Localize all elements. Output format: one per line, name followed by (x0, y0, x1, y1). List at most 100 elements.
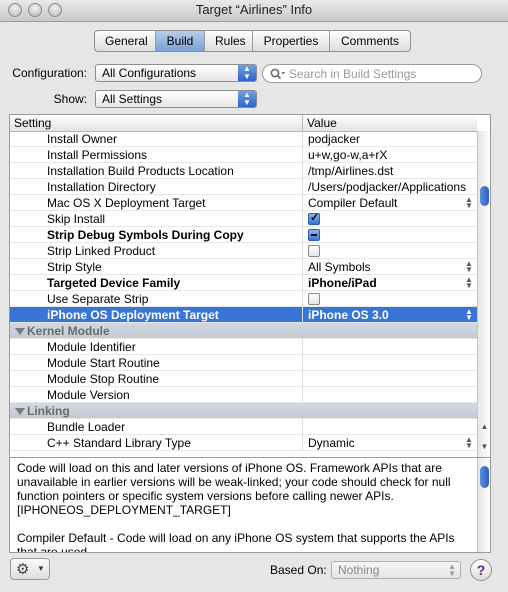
search-icon (270, 68, 285, 80)
setting-value[interactable]: /tmp/Airlines.dst (308, 164, 393, 178)
setting-name-text: Installation Directory (47, 180, 156, 194)
column-divider (302, 243, 303, 259)
tab-build[interactable]: Build (156, 31, 205, 51)
action-menu-button[interactable]: ⚙ ▼ (10, 558, 50, 580)
setting-name: Installation Build Products Location (47, 164, 234, 178)
table-row[interactable]: Strip Style All Symbols ▲ ▼ (10, 259, 477, 275)
disclosure-triangle-icon[interactable] (15, 408, 25, 416)
setting-name-text: Module Start Routine (47, 356, 160, 370)
title-bar: Target “Airlines” Info (0, 0, 508, 22)
table-scrollbar[interactable]: ▲ ▼ (477, 131, 490, 457)
column-divider (302, 307, 303, 323)
scroll-thumb[interactable] (480, 466, 489, 488)
gear-icon: ⚙ (16, 561, 30, 578)
based-on-popup[interactable]: Nothing ▲ ▼ (331, 561, 461, 579)
setting-name-text: Mac OS X Deployment Target (47, 196, 206, 210)
based-on-value: Nothing (338, 563, 380, 577)
tab-bar: General Build Rules Properties Comments (94, 30, 411, 52)
table-row[interactable]: Mac OS X Deployment Target Compiler Defau… (10, 195, 477, 211)
table-row[interactable]: Install Owner podjacker (10, 131, 477, 147)
popup-arrows-icon[interactable]: ▲ ▼ (465, 436, 473, 450)
popup-arrows-icon[interactable]: ▲ ▼ (465, 260, 473, 274)
table-row[interactable]: Module Stop Routine (10, 371, 477, 387)
setting-checkbox[interactable] (308, 293, 320, 305)
setting-name-text: Bundle Loader (47, 420, 126, 434)
table-row[interactable]: Bundle Loader (10, 419, 477, 435)
column-divider (302, 419, 303, 435)
table-row[interactable]: Module Identifier (10, 339, 477, 355)
scroll-thumb[interactable] (480, 186, 489, 206)
table-row[interactable]: Module Start Routine (10, 355, 477, 371)
setting-name: Kernel Module (15, 324, 110, 338)
setting-name-text: Install Owner (47, 132, 118, 146)
setting-checkbox[interactable] (308, 211, 320, 225)
popup-arrows-icon[interactable]: ▲ ▼ (465, 308, 473, 322)
table-row[interactable]: Skip Install (10, 211, 477, 227)
column-header-setting[interactable]: Setting (14, 116, 51, 130)
tab-properties[interactable]: Properties (253, 31, 330, 51)
setting-name: Strip Linked Product (47, 244, 155, 258)
tab-general[interactable]: General (95, 31, 156, 51)
table-group-header[interactable]: Kernel Module (10, 323, 477, 339)
table-row[interactable]: Strip Debug Symbols During Copy (10, 227, 477, 243)
setting-name-text: Strip Debug Symbols During Copy (47, 228, 244, 242)
configuration-label: Configuration: (12, 66, 87, 80)
table-row[interactable]: Module Version (10, 387, 477, 403)
scroll-up-arrow[interactable]: ▲ (478, 421, 490, 433)
setting-value[interactable]: Compiler Default (308, 196, 397, 210)
tab-comments[interactable]: Comments (330, 31, 410, 51)
popup-arrows-icon[interactable]: ▲ ▼ (465, 196, 473, 210)
setting-name: C++ Standard Library Type (47, 436, 191, 450)
table-group-header[interactable]: Linking (10, 403, 477, 419)
table-row[interactable]: iPhone OS Deployment Target iPhone OS 3.0… (10, 307, 477, 323)
search-field[interactable]: Search in Build Settings (262, 64, 482, 83)
description-scrollbar[interactable] (477, 458, 490, 552)
setting-value[interactable]: iPhone OS 3.0 (308, 308, 389, 322)
setting-value[interactable]: /Users/podjacker/Applications (308, 180, 466, 194)
setting-name: Targeted Device Family (47, 276, 180, 290)
table-header: Setting Value (10, 115, 477, 132)
setting-name: Mac OS X Deployment Target (47, 196, 206, 210)
column-divider (302, 275, 303, 291)
table-row[interactable]: Install Permissions u+w,go-w,a+rX (10, 147, 477, 163)
setting-value[interactable]: u+w,go-w,a+rX (308, 148, 387, 162)
table-row[interactable]: Installation Build Products Location/tmp… (10, 163, 477, 179)
disclosure-triangle-icon[interactable] (15, 328, 25, 336)
column-divider (302, 211, 303, 227)
setting-name-text: iPhone OS Deployment Target (47, 308, 219, 322)
column-divider (302, 195, 303, 211)
column-divider (302, 147, 303, 163)
setting-checkbox[interactable] (308, 245, 320, 257)
show-popup[interactable]: All Settings ▲ ▼ (95, 90, 257, 108)
scroll-down-arrow[interactable]: ▼ (478, 441, 490, 453)
tab-rules[interactable]: Rules (205, 31, 253, 51)
configuration-popup[interactable]: All Configurations ▲ ▼ (95, 64, 257, 82)
column-divider[interactable] (302, 115, 303, 131)
table-row[interactable]: C++ Standard Library Type Dynamic ▲ ▼ (10, 435, 477, 451)
setting-name: Skip Install (47, 212, 105, 226)
table-row[interactable]: Targeted Device Family iPhone/iPad ▲ ▼ (10, 275, 477, 291)
help-button[interactable]: ? (470, 559, 492, 581)
table-body: Install Owner podjacker Install Permission… (10, 131, 477, 457)
search-placeholder: Search in Build Settings (289, 67, 417, 81)
column-header-value[interactable]: Value (307, 116, 337, 130)
table-row[interactable]: Use Separate Strip (10, 291, 477, 307)
column-divider (302, 291, 303, 307)
setting-name: Bundle Loader (47, 420, 125, 434)
table-row[interactable]: Installation Directory/Users/podjacker/A… (10, 179, 477, 195)
table-row[interactable]: Strip Linked Product (10, 243, 477, 259)
setting-value[interactable]: podjacker (308, 132, 360, 146)
window-title: Target “Airlines” Info (195, 2, 313, 17)
setting-name: Install Permissions (47, 148, 147, 162)
setting-name-text: C++ Standard Library Type (47, 436, 191, 450)
setting-name: iPhone OS Deployment Target (47, 308, 219, 322)
setting-value[interactable]: Dynamic (308, 436, 355, 450)
description-paragraph: Code will load on this and later version… (17, 461, 451, 517)
show-label: Show: (53, 92, 87, 106)
build-settings-table[interactable]: Setting Value Install Owner podjacker Inst… (9, 114, 491, 458)
setting-value[interactable]: All Symbols (308, 260, 371, 274)
setting-name: Strip Style (47, 260, 102, 274)
popup-arrows-icon[interactable]: ▲ ▼ (465, 276, 473, 290)
setting-value[interactable]: iPhone/iPad (308, 276, 377, 290)
setting-checkbox[interactable] (308, 229, 320, 241)
